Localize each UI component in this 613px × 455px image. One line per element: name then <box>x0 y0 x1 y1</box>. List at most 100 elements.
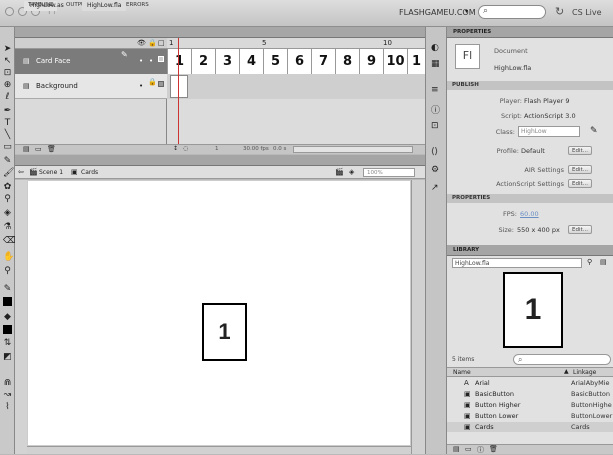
list-item[interactable]: ▣ Button Lower ButtonLower <box>447 411 613 421</box>
new-library-icon[interactable]: ▤ <box>600 258 607 266</box>
new-symbol-icon[interactable]: ▤ <box>453 445 460 453</box>
keyframe-span[interactable] <box>170 75 188 98</box>
snap-to-objects-icon[interactable]: ⋒ <box>3 379 12 388</box>
lock-icon[interactable]: 🔒 <box>148 39 157 47</box>
frames-card-face[interactable]: 1 2 3 4 5 6 7 8 9 10 1 <box>167 49 425 74</box>
layer-name[interactable]: Card Face <box>36 57 70 65</box>
list-item[interactable]: ▣ BasicButton BasicButton <box>447 389 613 399</box>
bone-tool-icon[interactable]: ⚲ <box>3 195 12 204</box>
edit-class-pencil-icon[interactable]: ✎ <box>590 126 598 136</box>
straighten-icon[interactable]: ⌇ <box>3 403 12 412</box>
sync-icon[interactable]: ↻ <box>555 5 564 18</box>
frame-cell[interactable]: 1 <box>407 49 425 74</box>
line-tool-icon[interactable]: ╲ <box>3 131 12 140</box>
frame-cell[interactable]: 1 <box>167 49 191 74</box>
stage-vertical-scrollbar[interactable] <box>411 180 425 454</box>
close-window-button[interactable] <box>5 7 14 16</box>
card-symbol[interactable]: 1 <box>202 303 247 361</box>
center-frame-icon[interactable]: ↕ <box>173 145 178 152</box>
text-tool-icon[interactable]: T <box>3 119 12 128</box>
code-snippets-icon[interactable]: ⟨⟩ <box>431 147 438 157</box>
actionscript-edit-button[interactable]: Edit... <box>568 179 592 188</box>
chevron-down-icon[interactable]: ▾ <box>465 8 468 15</box>
profile-edit-button[interactable]: Edit... <box>568 146 592 155</box>
back-arrow-icon[interactable]: ⇦ <box>18 168 24 176</box>
symbol-breadcrumb[interactable]: Cards <box>81 169 98 176</box>
3d-rotation-tool-icon[interactable]: ⊕ <box>3 81 12 90</box>
onion-skin-icon[interactable]: ◌ <box>183 145 188 152</box>
frame-cell[interactable]: 2 <box>191 49 215 74</box>
cs-live-menu[interactable]: CS Live <box>572 8 602 17</box>
library-search-input[interactable] <box>513 354 611 365</box>
edit-scene-icon[interactable]: 🎬 <box>335 168 344 176</box>
column-name[interactable]: Name <box>453 369 471 376</box>
motion-presets-icon[interactable]: ↗ <box>431 183 439 193</box>
timeline-scrollbar[interactable] <box>293 146 413 153</box>
outline-swatch[interactable] <box>158 81 164 87</box>
stroke-color-swatch[interactable] <box>3 297 12 306</box>
new-folder-icon[interactable]: ▭ <box>35 145 42 153</box>
brush-tool-icon[interactable]: 🖌 <box>3 169 14 178</box>
delete-layer-icon[interactable]: 🗑 <box>47 145 56 153</box>
lock-icon[interactable]: 🔒 <box>148 78 157 86</box>
new-layer-icon[interactable]: ▤ <box>23 145 30 153</box>
class-input[interactable]: HighLow <box>518 126 580 137</box>
selection-tool-icon[interactable]: ➤ <box>3 45 12 54</box>
free-transform-tool-icon[interactable]: ⊡ <box>3 69 12 78</box>
zoom-tool-icon[interactable]: ⚲ <box>3 267 12 276</box>
visibility-dot[interactable]: • <box>139 57 143 65</box>
pen-tool-icon[interactable]: ✒ <box>3 107 12 116</box>
list-item[interactable]: ▣ Button Higher ButtonHighe <box>447 400 613 410</box>
align-panel-icon[interactable]: ≡ <box>431 85 439 95</box>
sort-arrow-icon[interactable]: ▲ <box>564 368 569 375</box>
frame-cell[interactable]: 9 <box>359 49 383 74</box>
size-edit-button[interactable]: Edit... <box>568 225 592 234</box>
list-item[interactable]: ▣ Cards Cards <box>447 422 613 432</box>
hand-tool-icon[interactable]: ✋ <box>3 253 14 262</box>
frame-cell[interactable]: 7 <box>311 49 335 74</box>
scene-breadcrumb[interactable]: Scene 1 <box>39 169 63 176</box>
layer-card-face[interactable]: ▤ Card Face ✎ • • <box>15 49 167 74</box>
frame-cell[interactable]: 3 <box>215 49 239 74</box>
fill-color-swatch[interactable] <box>3 325 12 334</box>
fps-value[interactable]: 60.00 <box>520 210 539 218</box>
publish-section[interactable]: PUBLISH <box>447 81 613 90</box>
library-document-select[interactable]: HighLow.fla <box>452 258 582 268</box>
pin-icon[interactable]: ⚲ <box>587 258 592 266</box>
color-panel-icon[interactable]: ◐ <box>431 43 439 53</box>
eye-icon[interactable]: 👁 <box>137 39 146 47</box>
pencil-tool-icon[interactable]: ✎ <box>3 157 12 166</box>
paint-bucket-tool-icon[interactable]: ◈ <box>3 209 12 218</box>
smooth-icon[interactable]: ↝ <box>3 391 12 400</box>
layer-name[interactable]: Background <box>36 82 78 90</box>
lock-dot[interactable]: • <box>149 57 153 65</box>
stroke-color-icon[interactable]: ✎ <box>3 285 12 294</box>
swatches-panel-icon[interactable]: ▦ <box>431 59 440 69</box>
new-folder-icon[interactable]: ▭ <box>465 445 472 453</box>
frame-cell[interactable]: 4 <box>239 49 263 74</box>
stage-horizontal-scrollbar[interactable] <box>27 446 411 454</box>
frame-cell[interactable]: 8 <box>335 49 359 74</box>
lasso-tool-icon[interactable]: ℓ <box>3 93 12 102</box>
swap-colors-icon[interactable]: ⇅ <box>3 339 12 348</box>
transform-panel-icon[interactable]: ⊡ <box>431 121 439 131</box>
frame-cell[interactable]: 6 <box>287 49 311 74</box>
components-panel-icon[interactable]: ⚙ <box>431 165 439 175</box>
layer-background[interactable]: ▤ Background • 🔒 <box>15 74 167 99</box>
tab-properties[interactable]: PROPERTIES <box>453 29 491 35</box>
rectangle-tool-icon[interactable]: ▭ <box>3 143 12 152</box>
air-edit-button[interactable]: Edit... <box>568 165 592 174</box>
default-colors-icon[interactable]: ◩ <box>3 353 12 362</box>
tab-highlow-fla[interactable]: HighLow.fla <box>82 1 127 11</box>
subselection-tool-icon[interactable]: ↖ <box>3 57 12 66</box>
info-panel-icon[interactable]: ⓘ <box>431 103 440 116</box>
outline-swatch[interactable] <box>158 56 164 62</box>
list-item[interactable]: A Arial ArialAbyMie <box>447 378 613 388</box>
eyedropper-tool-icon[interactable]: ⚗ <box>3 223 12 232</box>
tab-highlow-as[interactable]: HighLow.as <box>25 1 69 11</box>
outline-icon[interactable]: □ <box>158 39 165 47</box>
delete-icon[interactable]: 🗑 <box>489 445 498 453</box>
deco-tool-icon[interactable]: ✿ <box>3 183 12 192</box>
playhead[interactable] <box>178 38 179 144</box>
tab-library[interactable]: LIBRARY <box>453 247 479 253</box>
